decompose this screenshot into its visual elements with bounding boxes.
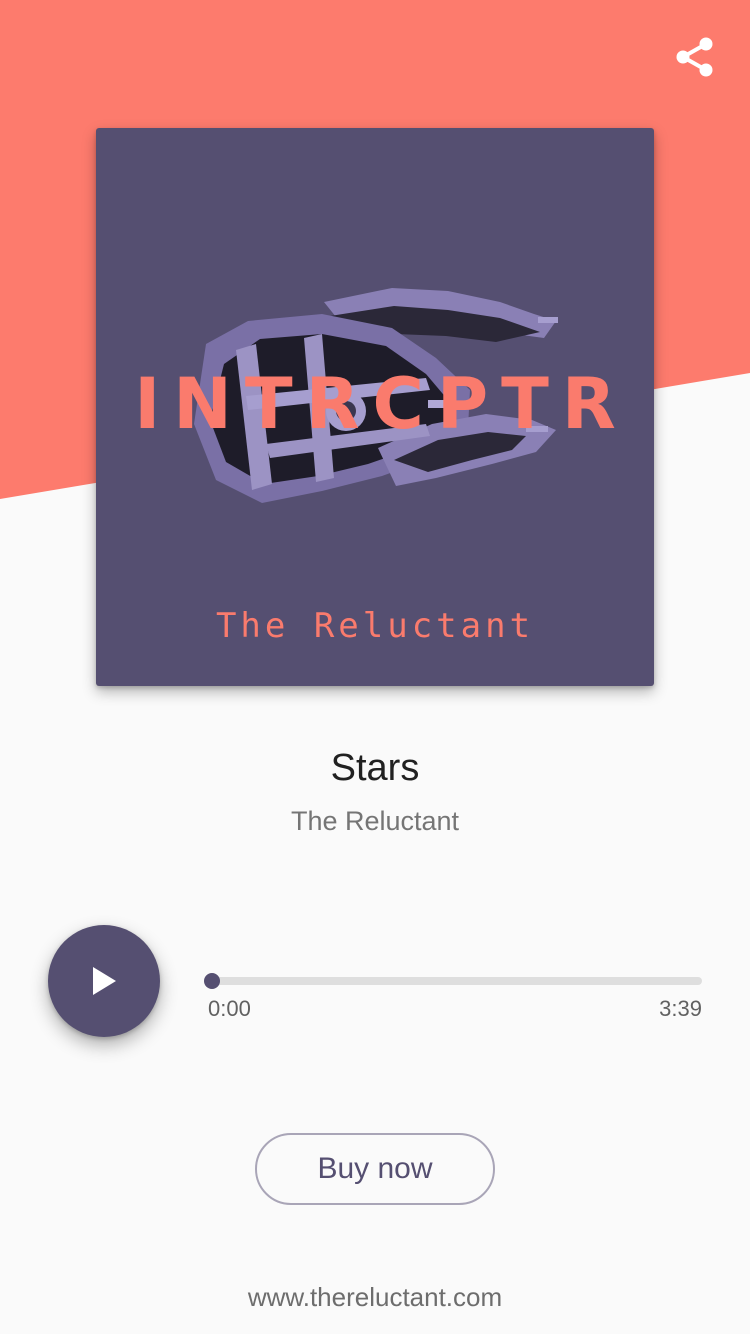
share-icon xyxy=(676,37,713,77)
website-link[interactable]: www.thereluctant.com xyxy=(0,1279,750,1315)
progress-thumb[interactable] xyxy=(204,973,220,989)
share-button[interactable] xyxy=(668,30,722,84)
album-title: INTRCPTR xyxy=(134,363,629,445)
total-duration: 3:39 xyxy=(659,996,702,1021)
track-title: Stars xyxy=(330,747,420,789)
music-player-screen: INTRCPTR The Reluctant Stars The Relucta… xyxy=(0,0,750,1334)
progress-bar[interactable] xyxy=(204,973,702,989)
album-cover: INTRCPTR The Reluctant xyxy=(96,128,654,686)
track-artist: The Reluctant xyxy=(290,806,460,836)
album-artist: The Reluctant xyxy=(215,606,535,646)
elapsed-time: 0:00 xyxy=(208,996,251,1021)
play-button[interactable] xyxy=(48,925,160,1037)
play-icon xyxy=(93,967,116,995)
buy-now-button[interactable]: Buy now xyxy=(255,1133,495,1205)
